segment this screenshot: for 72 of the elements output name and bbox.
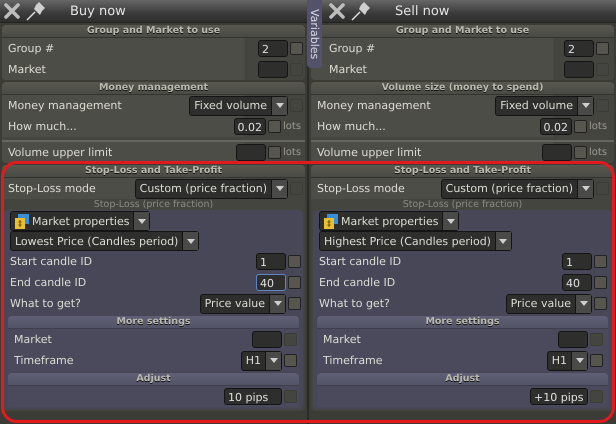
field-label: Stop-Loss mode	[317, 182, 405, 195]
input-field[interactable]	[252, 331, 282, 348]
window-title: Buy now	[70, 4, 126, 18]
checkbox[interactable]	[268, 120, 281, 133]
input-field[interactable]: 2	[258, 40, 288, 57]
subsection-title: Stop-Loss (price fraction)	[402, 199, 524, 210]
field-label: Start candle ID	[319, 255, 402, 268]
field-label: Market	[323, 333, 361, 346]
section-title: Money management	[2, 82, 305, 95]
window-title: Sell now	[395, 4, 450, 18]
checkbox[interactable]	[284, 354, 297, 367]
field-label: Stop-Loss mode	[8, 182, 96, 195]
input-field[interactable]: 40	[256, 274, 286, 291]
checkbox[interactable]	[596, 42, 609, 55]
unit-label: lots	[283, 147, 302, 158]
field-label: Timeframe	[14, 354, 74, 367]
section-title: Group and Market to use	[2, 25, 305, 38]
input-field[interactable]: 10 pips	[224, 388, 282, 405]
input-field[interactable]: 1	[562, 253, 592, 270]
input-field[interactable]: 1	[256, 253, 286, 270]
checkbox[interactable]	[590, 354, 603, 367]
checkbox[interactable]	[594, 255, 607, 268]
close-icon[interactable]	[4, 3, 20, 19]
unit-label: lots	[589, 147, 608, 158]
field-label: How much...	[317, 120, 386, 133]
checkbox[interactable]	[290, 42, 303, 55]
section-title: More settings	[317, 316, 608, 329]
input-field[interactable]: 2	[564, 40, 594, 57]
input-field[interactable]: 40	[562, 274, 592, 291]
section-title: Adjust	[8, 373, 299, 386]
input-field[interactable]: +10 pips	[530, 388, 588, 405]
field-label: Market	[8, 63, 46, 76]
section-title: Stop-Loss and Take-Profit	[311, 165, 614, 178]
field-label: Timeframe	[323, 354, 383, 367]
checkbox[interactable]	[268, 146, 281, 159]
field-label: Start candle ID	[10, 255, 92, 268]
input-field[interactable]: 0.02	[234, 118, 266, 135]
section-title: More settings	[8, 316, 299, 329]
field-label: How much...	[8, 120, 77, 133]
input-field[interactable]	[542, 144, 572, 161]
checkbox[interactable]	[288, 297, 301, 310]
field-label: Market	[14, 333, 52, 346]
section-title: Stop-Loss and Take-Profit	[2, 165, 305, 178]
input-field[interactable]	[258, 61, 288, 78]
section-title: Adjust	[317, 373, 608, 386]
input-field[interactable]	[558, 331, 588, 348]
subsection-title: Stop-Loss (price fraction)	[92, 199, 214, 210]
checkbox[interactable]	[574, 146, 587, 159]
unit-label: lots	[283, 121, 302, 132]
close-icon[interactable]	[329, 3, 345, 19]
checkbox[interactable]	[594, 276, 607, 289]
side-tab[interactable]: Variables	[307, 0, 322, 68]
field-label: What to get?	[10, 297, 81, 310]
field-label: Money management	[8, 99, 122, 112]
field-label: End candle ID	[319, 276, 396, 289]
field-label: Money management	[317, 99, 431, 112]
input-field[interactable]	[564, 61, 594, 78]
field-label: Volume upper limit	[317, 146, 422, 159]
input-field[interactable]	[236, 144, 266, 161]
input-field[interactable]: 0.02	[540, 118, 572, 135]
checkbox[interactable]	[574, 120, 587, 133]
field-label: End candle ID	[10, 276, 86, 289]
field-label: Group #	[8, 42, 54, 55]
field-label: Market	[329, 63, 367, 76]
unit-label: lots	[589, 121, 608, 132]
section-title: Volume size (money to spend)	[311, 82, 614, 95]
checkbox[interactable]	[288, 276, 301, 289]
field-label: Volume upper limit	[8, 146, 112, 159]
field-label: Group #	[329, 42, 376, 55]
checkbox[interactable]	[594, 297, 607, 310]
checkbox[interactable]	[288, 255, 301, 268]
field-label: What to get?	[319, 297, 390, 310]
